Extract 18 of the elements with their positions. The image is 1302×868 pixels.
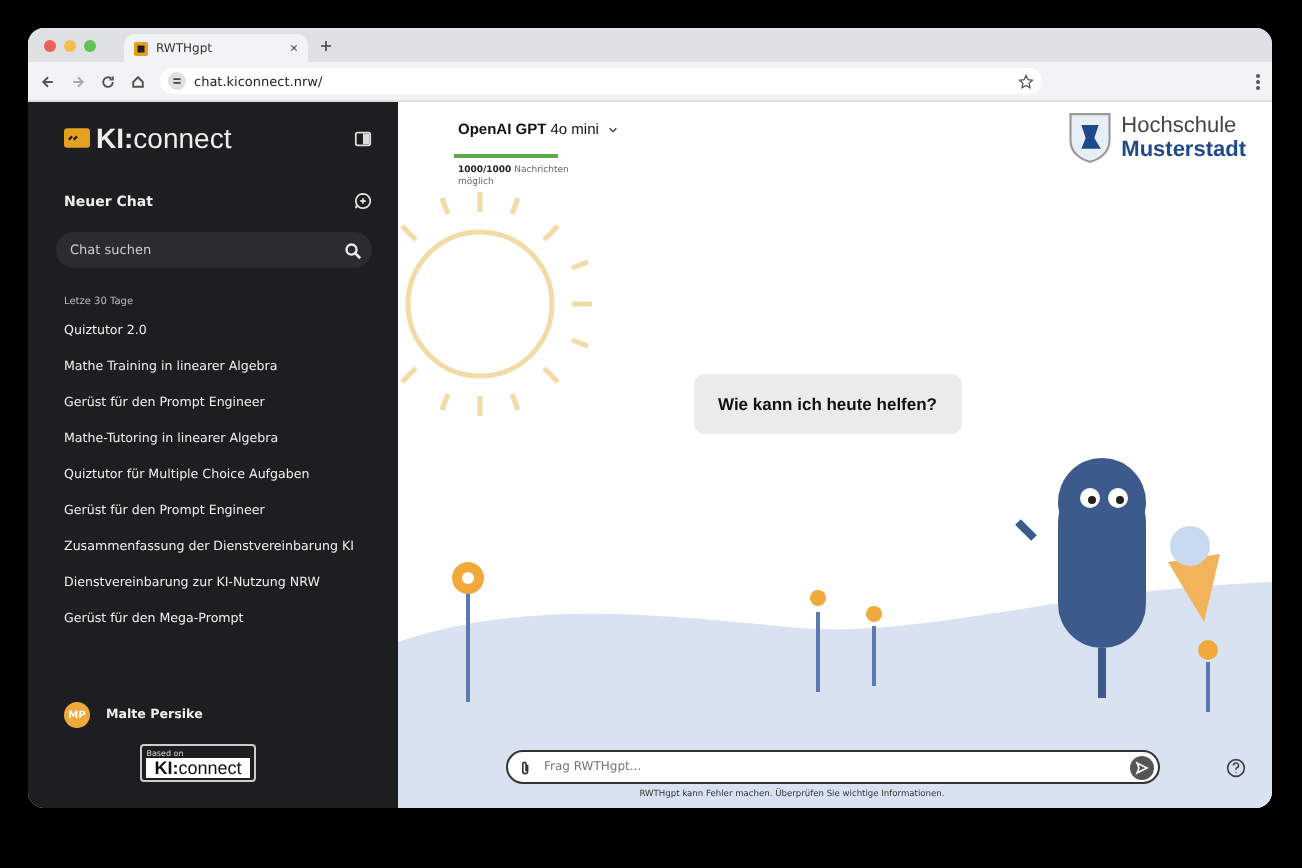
sidebar-toggle-icon[interactable]	[354, 129, 372, 147]
search-icon[interactable]	[344, 241, 362, 259]
home-icon[interactable]	[130, 73, 146, 89]
chevron-down-icon	[607, 126, 618, 134]
site-settings-icon[interactable]	[168, 72, 186, 90]
help-icon[interactable]	[1226, 757, 1246, 777]
greeting-bubble: Wie kann ich heute helfen?	[694, 374, 961, 434]
close-tab-icon[interactable]	[290, 44, 298, 52]
send-button[interactable]	[1130, 755, 1154, 779]
kiconnect-logo: KI:connect	[64, 122, 232, 154]
school-logo: Hochschule Musterstadt	[1067, 112, 1246, 164]
tab-favicon-icon	[134, 41, 148, 55]
new-tab-icon[interactable]	[320, 39, 332, 51]
reload-icon[interactable]	[100, 73, 116, 89]
bookmark-star-icon[interactable]	[1018, 73, 1034, 89]
attachment-icon[interactable]	[518, 759, 534, 775]
new-chat-icon[interactable]	[354, 192, 372, 210]
back-icon[interactable]	[40, 73, 56, 89]
